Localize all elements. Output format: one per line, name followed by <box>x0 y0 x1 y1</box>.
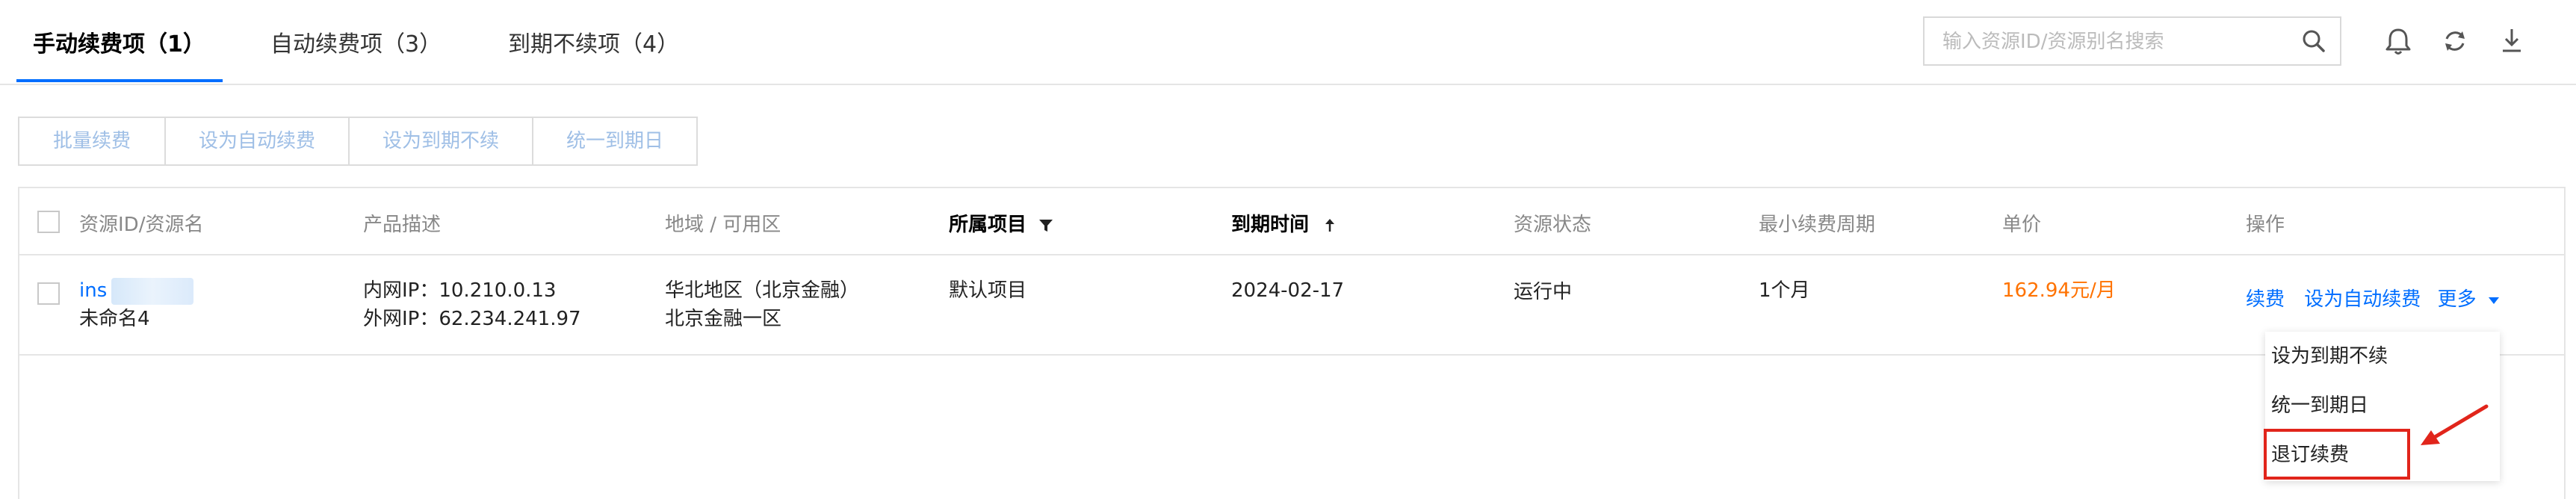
private-ip: 内网IP：10.210.0.13 <box>363 279 557 302</box>
header-expiry: 到期时间 <box>1231 209 1338 237</box>
zone-text: 北京金融一区 <box>665 308 782 330</box>
resource-name: 未命名4 <box>79 308 150 330</box>
header-expiry-label: 到期时间 <box>1231 214 1310 236</box>
header-region: 地域 / 可用区 <box>665 214 781 236</box>
row-checkbox[interactable] <box>37 282 60 305</box>
header-actions: 操作 <box>2246 214 2285 236</box>
set-no-renew-button[interactable]: 设为到期不续 <box>348 117 533 166</box>
active-tab-indicator <box>16 79 223 82</box>
resource-table: 资源ID/资源名 产品描述 地域 / 可用区 所属项目 到期时间 资源状态 最小… <box>18 187 2566 499</box>
resource-cell: ins 未命名4 <box>79 276 194 333</box>
header-price: 单价 <box>2002 214 2042 236</box>
select-all-checkbox[interactable] <box>37 211 60 233</box>
tab-no-renewal[interactable]: 到期不续项（4） <box>508 25 679 58</box>
search-icon[interactable] <box>2301 28 2326 54</box>
header-status: 资源状态 <box>1514 214 1592 236</box>
tab-auto-renewal[interactable]: 自动续费项（3） <box>270 25 442 58</box>
set-auto-renew-link[interactable]: 设为自动续费 <box>2304 288 2421 311</box>
unify-expiry-button[interactable]: 统一到期日 <box>532 117 698 166</box>
filter-icon[interactable] <box>1038 217 1054 234</box>
header-product: 产品描述 <box>363 214 442 236</box>
period-cell: 1个月 <box>1759 279 1810 302</box>
batch-renew-button[interactable]: 批量续费 <box>18 117 166 166</box>
bell-icon[interactable] <box>2383 25 2413 57</box>
more-dropdown-toggle[interactable]: 更多 <box>2438 288 2501 311</box>
set-auto-renew-button[interactable]: 设为自动续费 <box>164 117 350 166</box>
header-period: 最小续费周期 <box>1759 214 1876 236</box>
region-cell: 华北地区（北京金融） 北京金融一区 <box>665 276 859 333</box>
redacted-resource-id <box>111 277 194 305</box>
table-row: ins 未命名4 内网IP：10.210.0.13 外网IP：62.234.24… <box>19 255 2564 356</box>
search-box <box>1923 16 2341 66</box>
price-cell: 162.94元/月 <box>2002 279 2116 302</box>
download-icon[interactable] <box>2497 25 2527 57</box>
header-project-label: 所属项目 <box>949 214 1027 236</box>
more-label: 更多 <box>2437 288 2477 311</box>
public-ip: 外网IP：62.234.241.97 <box>363 308 581 330</box>
actions-cell: 续费 设为自动续费 更多 <box>2246 285 2501 314</box>
expiry-cell: 2024-02-17 <box>1231 279 1345 302</box>
header-project: 所属项目 <box>949 209 1054 237</box>
refresh-icon[interactable] <box>2440 25 2470 57</box>
table-header: 资源ID/资源名 产品描述 地域 / 可用区 所属项目 到期时间 资源状态 最小… <box>19 188 2564 255</box>
product-cell: 内网IP：10.210.0.13 外网IP：62.234.241.97 <box>363 276 581 333</box>
header-resource: 资源ID/资源名 <box>79 214 204 236</box>
annotation-arrow-icon <box>2421 404 2489 445</box>
sort-ascending-icon[interactable] <box>1322 217 1338 234</box>
region-text: 华北地区（北京金融） <box>665 279 860 302</box>
project-cell: 默认项目 <box>949 279 1027 302</box>
caret-down-icon <box>2488 297 2499 304</box>
tab-manual-renewal[interactable]: 手动续费项（1） <box>33 25 205 58</box>
status-cell: 运行中 <box>1514 281 1573 303</box>
search-input[interactable] <box>1941 18 2295 66</box>
resource-id-link[interactable]: ins <box>79 279 107 302</box>
menu-item-set-no-renew[interactable]: 设为到期不续 <box>2265 332 2500 381</box>
renew-link[interactable]: 续费 <box>2246 288 2285 311</box>
highlight-box <box>2264 429 2410 480</box>
